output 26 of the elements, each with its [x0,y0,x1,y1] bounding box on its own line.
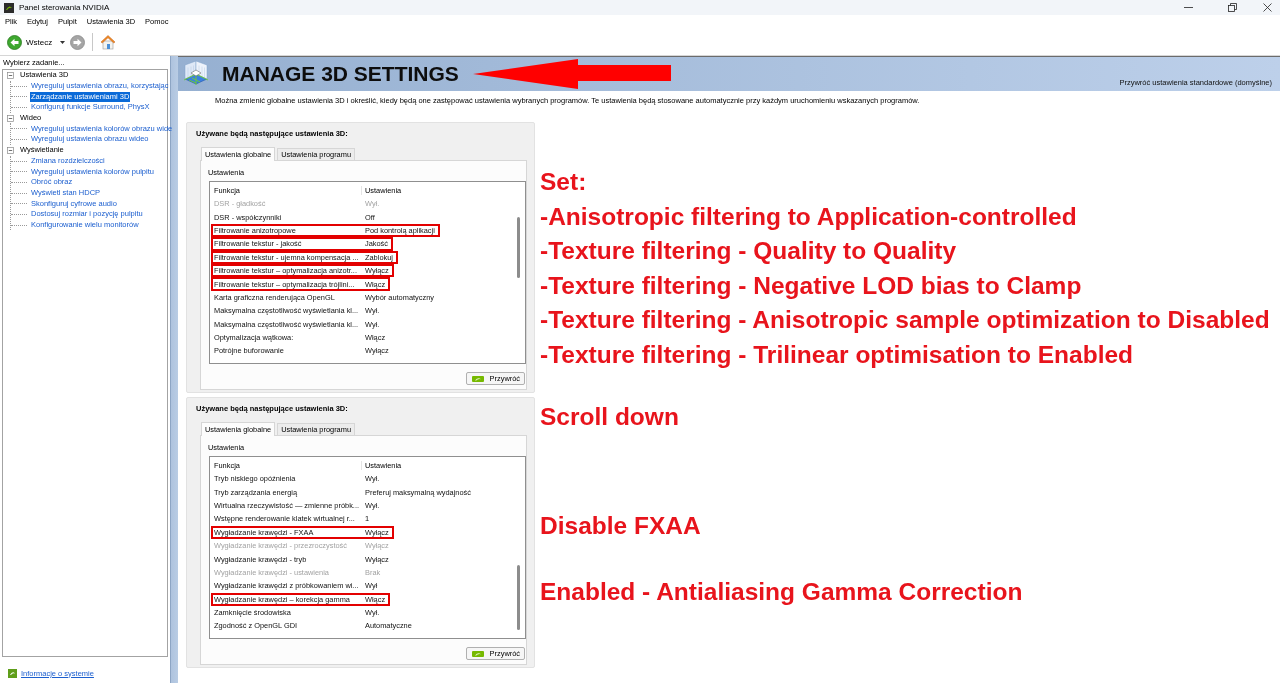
annotation-text: -Texture filtering - Trilinear optimisation to Enabled [540,339,1135,370]
collapse-icon[interactable] [7,146,14,154]
page-title: MANAGE 3D SETTINGS [222,62,459,86]
annotation-text: -Texture filtering - Quality to Quality [540,236,958,266]
logo-icon [471,650,484,657]
scrollbar-thumb[interactable] [517,565,520,630]
annotation-text: -Anisotropic filtering to Application-controlled [540,201,1078,232]
annotation-text: -Texture filtering - Anisotropic sample optimization to Disabled [540,305,1270,335]
collapse-icon[interactable] [7,71,14,79]
annotation-text: Set: [540,167,588,197]
annotation-text: Enabled - Antialiasing Gamma Correction [540,577,1024,608]
caret-icon[interactable] [60,40,66,44]
logo-icon [471,375,484,382]
close-icon [1262,3,1272,12]
collapse-icon[interactable] [7,114,14,122]
restore-icon [1227,3,1237,12]
home-button[interactable] [100,34,117,50]
annotation-text: -Texture filtering - Negative LOD bias to Clamp [540,270,1083,301]
app-icon [4,2,14,13]
window-title: Panel sterowania NVIDIA [19,3,110,12]
scrollbar-thumb[interactable] [517,217,520,278]
annotation-text: Scroll down [540,401,680,432]
annotation-text: Disable FXAA [540,510,702,541]
home-icon [100,34,117,50]
back-button[interactable]: Wstecz [7,34,53,50]
logo-icon [8,668,17,678]
